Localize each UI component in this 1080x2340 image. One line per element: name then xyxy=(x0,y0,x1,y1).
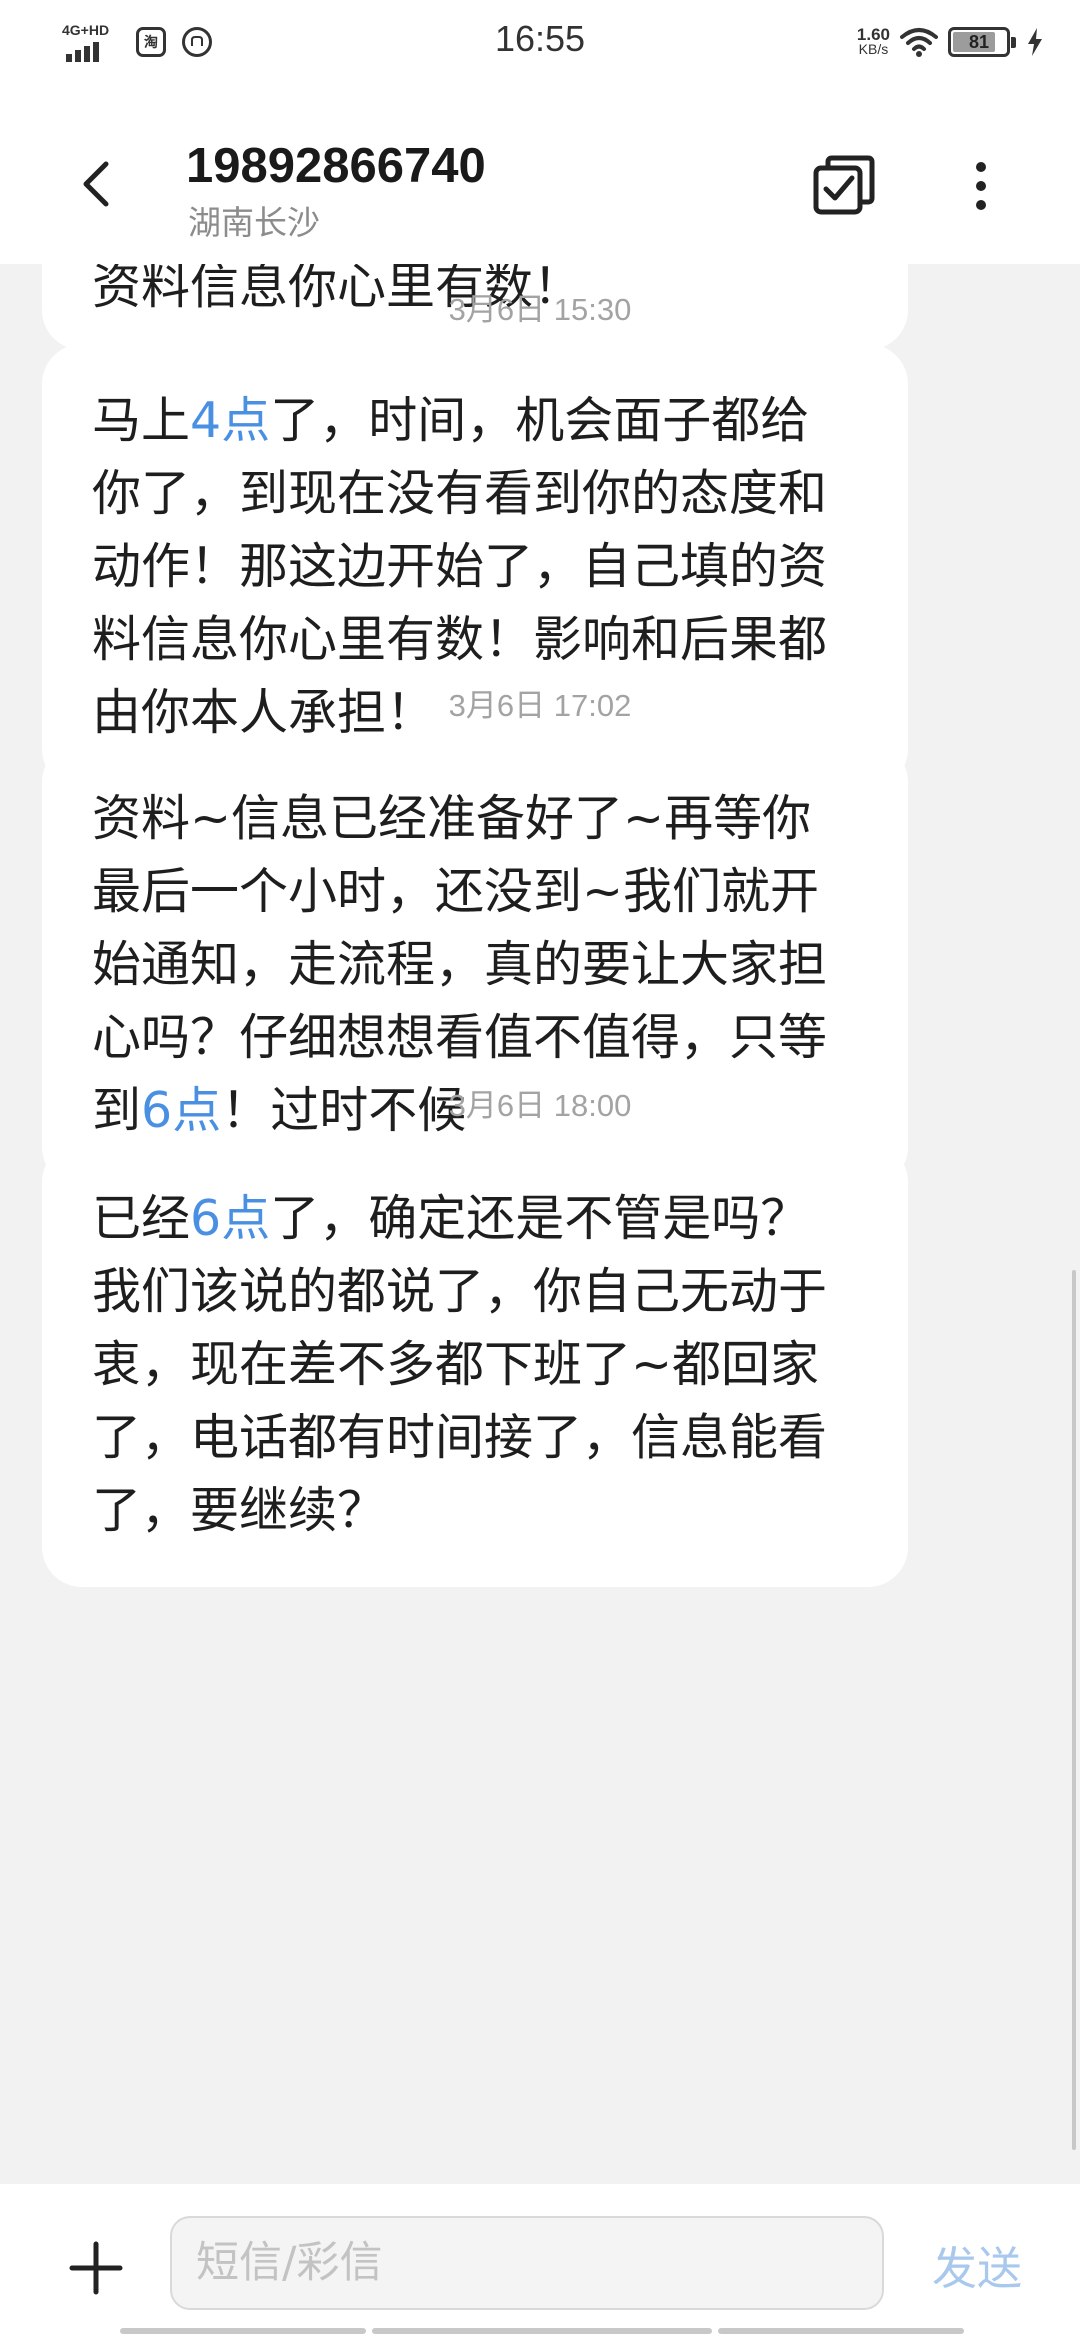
message-bubble[interactable]: 已经6点了，确定还是不管是吗？我们该说的都说了，你自己无动于衷，现在差不多都下班… xyxy=(42,1142,908,1587)
message-timestamp: 3月6日 18:00 xyxy=(448,1088,632,1123)
more-options-button[interactable] xyxy=(956,154,1006,218)
charging-icon xyxy=(1028,28,1042,56)
time-link[interactable]: 6点 xyxy=(190,1190,270,1247)
contact-number: 19892866740 xyxy=(186,139,486,193)
multi-select-icon xyxy=(813,155,875,215)
message-list[interactable]: 资料信息你心里有数！ 3月6日 15:30 马上4点了，时间，机会面子都给你了，… xyxy=(0,264,1080,2184)
battery-icon: 81 xyxy=(948,27,1016,57)
plus-icon xyxy=(69,2241,123,2295)
back-button[interactable] xyxy=(70,154,130,214)
conversation-header: 19892866740 湖南长沙 xyxy=(0,84,1080,264)
message-input[interactable] xyxy=(170,2216,884,2310)
status-right: 1.60 KB/s 81 xyxy=(857,22,1044,62)
contact-location: 湖南长沙 xyxy=(188,203,320,242)
nav-indicator xyxy=(718,2328,964,2334)
message-text: 马上 xyxy=(92,392,191,449)
send-button[interactable]: 发送 xyxy=(932,2232,1022,2297)
attach-button[interactable] xyxy=(66,2238,126,2298)
nav-indicator xyxy=(372,2328,712,2334)
network-speed: 1.60 KB/s xyxy=(856,25,890,57)
compose-bar: 发送 xyxy=(0,2184,1080,2340)
battery-level: 81 xyxy=(968,31,990,52)
message-text: 已经 xyxy=(92,1190,191,1247)
nav-indicator xyxy=(120,2328,366,2334)
back-arrow-icon xyxy=(83,161,109,207)
message-timestamp: 3月6日 17:02 xyxy=(448,688,632,723)
scrollbar[interactable] xyxy=(1072,1270,1076,2150)
multi-select-button[interactable] xyxy=(812,154,876,218)
time-link[interactable]: 4点 xyxy=(190,392,270,449)
status-bar: 4G+HD 淘 16:55 1.60 KB/s 81 xyxy=(0,0,1080,84)
message-timestamp: 3月6日 15:30 xyxy=(448,292,632,327)
wifi-icon xyxy=(900,28,938,57)
more-vertical-icon xyxy=(976,162,986,172)
